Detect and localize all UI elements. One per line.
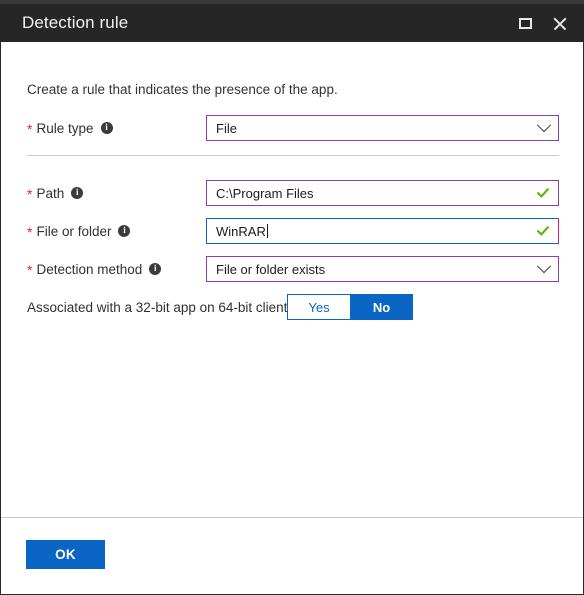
associated-32bit-toggle: Yes No — [287, 294, 413, 320]
form-row-path: * Path i C:\Program Files — [1, 180, 583, 206]
toggle-option-no[interactable]: No — [350, 294, 413, 320]
titlebar: Detection rule — [0, 4, 584, 42]
maximize-button[interactable] — [508, 4, 542, 42]
section-divider — [27, 155, 559, 156]
rule-type-label: * Rule type i — [27, 115, 113, 141]
dialog-body: Create a rule that indicates the presenc… — [0, 42, 584, 595]
file-or-folder-label: * File or folder i — [27, 218, 131, 244]
file-or-folder-value-wrap: WinRAR — [216, 223, 268, 239]
required-asterisk: * — [27, 224, 33, 240]
file-or-folder-input[interactable]: WinRAR — [206, 218, 559, 244]
path-input[interactable]: C:\Program Files — [206, 180, 559, 206]
required-asterisk: * — [27, 262, 33, 278]
maximize-icon — [518, 17, 532, 29]
chevron-down-icon — [536, 259, 552, 274]
path-value: C:\Program Files — [216, 185, 314, 201]
text-cursor — [266, 223, 268, 238]
intro-text: Create a rule that indicates the presenc… — [27, 82, 338, 97]
file-or-folder-adornment — [537, 225, 549, 237]
rule-type-value: File — [216, 120, 237, 136]
window-controls — [508, 4, 584, 42]
detection-method-dropdown[interactable]: File or folder exists — [206, 256, 559, 282]
form-row-file-or-folder: * File or folder i WinRAR — [1, 218, 583, 244]
chevron-down-icon — [536, 118, 552, 133]
dialog-footer: OK — [1, 518, 583, 594]
valid-check-icon — [537, 187, 549, 198]
required-asterisk: * — [27, 186, 33, 202]
valid-check-icon — [537, 225, 549, 236]
close-button[interactable] — [542, 4, 576, 42]
detection-method-label: * Detection method i — [27, 256, 162, 282]
detection-method-value: File or folder exists — [216, 261, 326, 277]
path-adornment — [537, 187, 549, 199]
path-label: * Path i — [27, 180, 84, 206]
info-icon[interactable]: i — [71, 187, 84, 199]
ok-button[interactable]: OK — [26, 540, 105, 569]
form-content: Create a rule that indicates the presenc… — [1, 42, 583, 517]
file-or-folder-label-text: File or folder — [36, 223, 112, 239]
info-icon[interactable]: i — [118, 225, 131, 237]
close-icon — [552, 16, 567, 31]
associated-32bit-label: Associated with a 32-bit app on 64-bit c… — [27, 294, 314, 320]
form-row-32bit-toggle: Associated with a 32-bit app on 64-bit c… — [1, 294, 583, 320]
dialog-title: Detection rule — [22, 13, 129, 32]
associated-32bit-label-text: Associated with a 32-bit app on 64-bit c… — [27, 299, 295, 315]
detection-method-label-text: Detection method — [36, 261, 143, 277]
info-icon[interactable]: i — [100, 122, 113, 134]
detection-method-adornment — [536, 259, 552, 274]
path-label-text: Path — [36, 185, 65, 201]
rule-type-adornment — [536, 118, 552, 133]
file-or-folder-value: WinRAR — [216, 223, 266, 239]
detection-rule-dialog: Detection rule Create a rule that indica… — [0, 0, 584, 595]
rule-type-dropdown[interactable]: File — [206, 115, 559, 141]
form-row-rule-type: * Rule type i File — [1, 115, 583, 141]
rule-type-label-text: Rule type — [36, 120, 94, 136]
toggle-option-yes[interactable]: Yes — [287, 294, 350, 320]
required-asterisk: * — [27, 121, 33, 137]
form-row-detection-method: * Detection method i File or folder exis… — [1, 256, 583, 282]
info-icon[interactable]: i — [149, 263, 162, 275]
